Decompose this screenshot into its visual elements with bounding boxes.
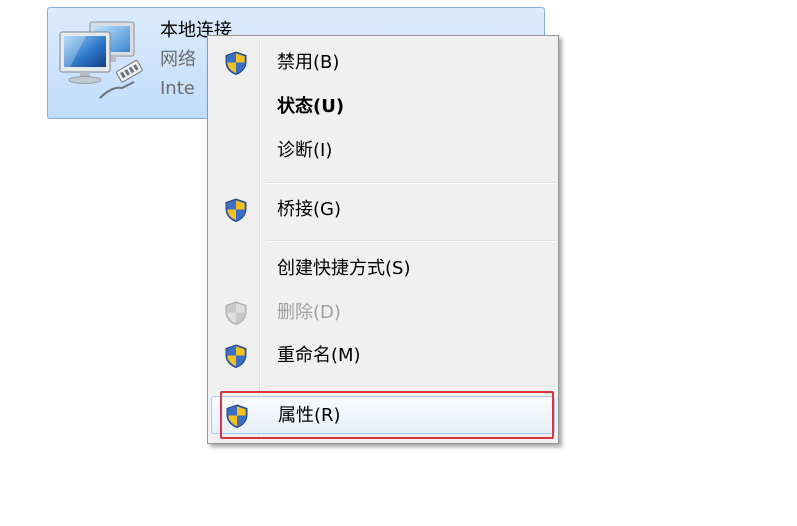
uac-shield-icon bbox=[225, 301, 247, 326]
menu-separator bbox=[266, 240, 555, 241]
menu-item-label: 重命名(M) bbox=[277, 345, 361, 366]
menu-item-label: 禁用(B) bbox=[277, 52, 340, 73]
menu-item-create-shortcut[interactable]: 创建快捷方式(S) bbox=[211, 250, 555, 288]
menu-item-status[interactable]: 状态(U) bbox=[211, 88, 555, 126]
network-adapter-icon bbox=[59, 21, 143, 99]
uac-shield-icon bbox=[225, 344, 247, 369]
menu-item-label: 桥接(G) bbox=[277, 199, 341, 220]
menu-item-label: 状态(U) bbox=[277, 96, 345, 117]
menu-item-disable[interactable]: 禁用(B) bbox=[211, 44, 555, 82]
uac-shield-icon bbox=[225, 51, 247, 76]
menu-item-label: 诊断(I) bbox=[277, 140, 333, 161]
context-menu: 禁用(B) 状态(U) 诊断(I) 桥接(G) 创建快捷方式(S) 删除(D) bbox=[207, 35, 559, 444]
menu-item-diagnose[interactable]: 诊断(I) bbox=[211, 132, 555, 170]
menu-separator bbox=[266, 182, 555, 183]
menu-item-label: 创建快捷方式(S) bbox=[277, 258, 411, 279]
menu-item-rename[interactable]: 重命名(M) bbox=[211, 337, 555, 375]
uac-shield-icon bbox=[225, 198, 247, 223]
menu-separator bbox=[266, 386, 555, 387]
highlight-callout bbox=[220, 391, 554, 439]
menu-item-bridge[interactable]: 桥接(G) bbox=[211, 191, 555, 229]
menu-item-label: 删除(D) bbox=[277, 302, 341, 323]
menu-item-delete[interactable]: 删除(D) bbox=[211, 294, 555, 332]
